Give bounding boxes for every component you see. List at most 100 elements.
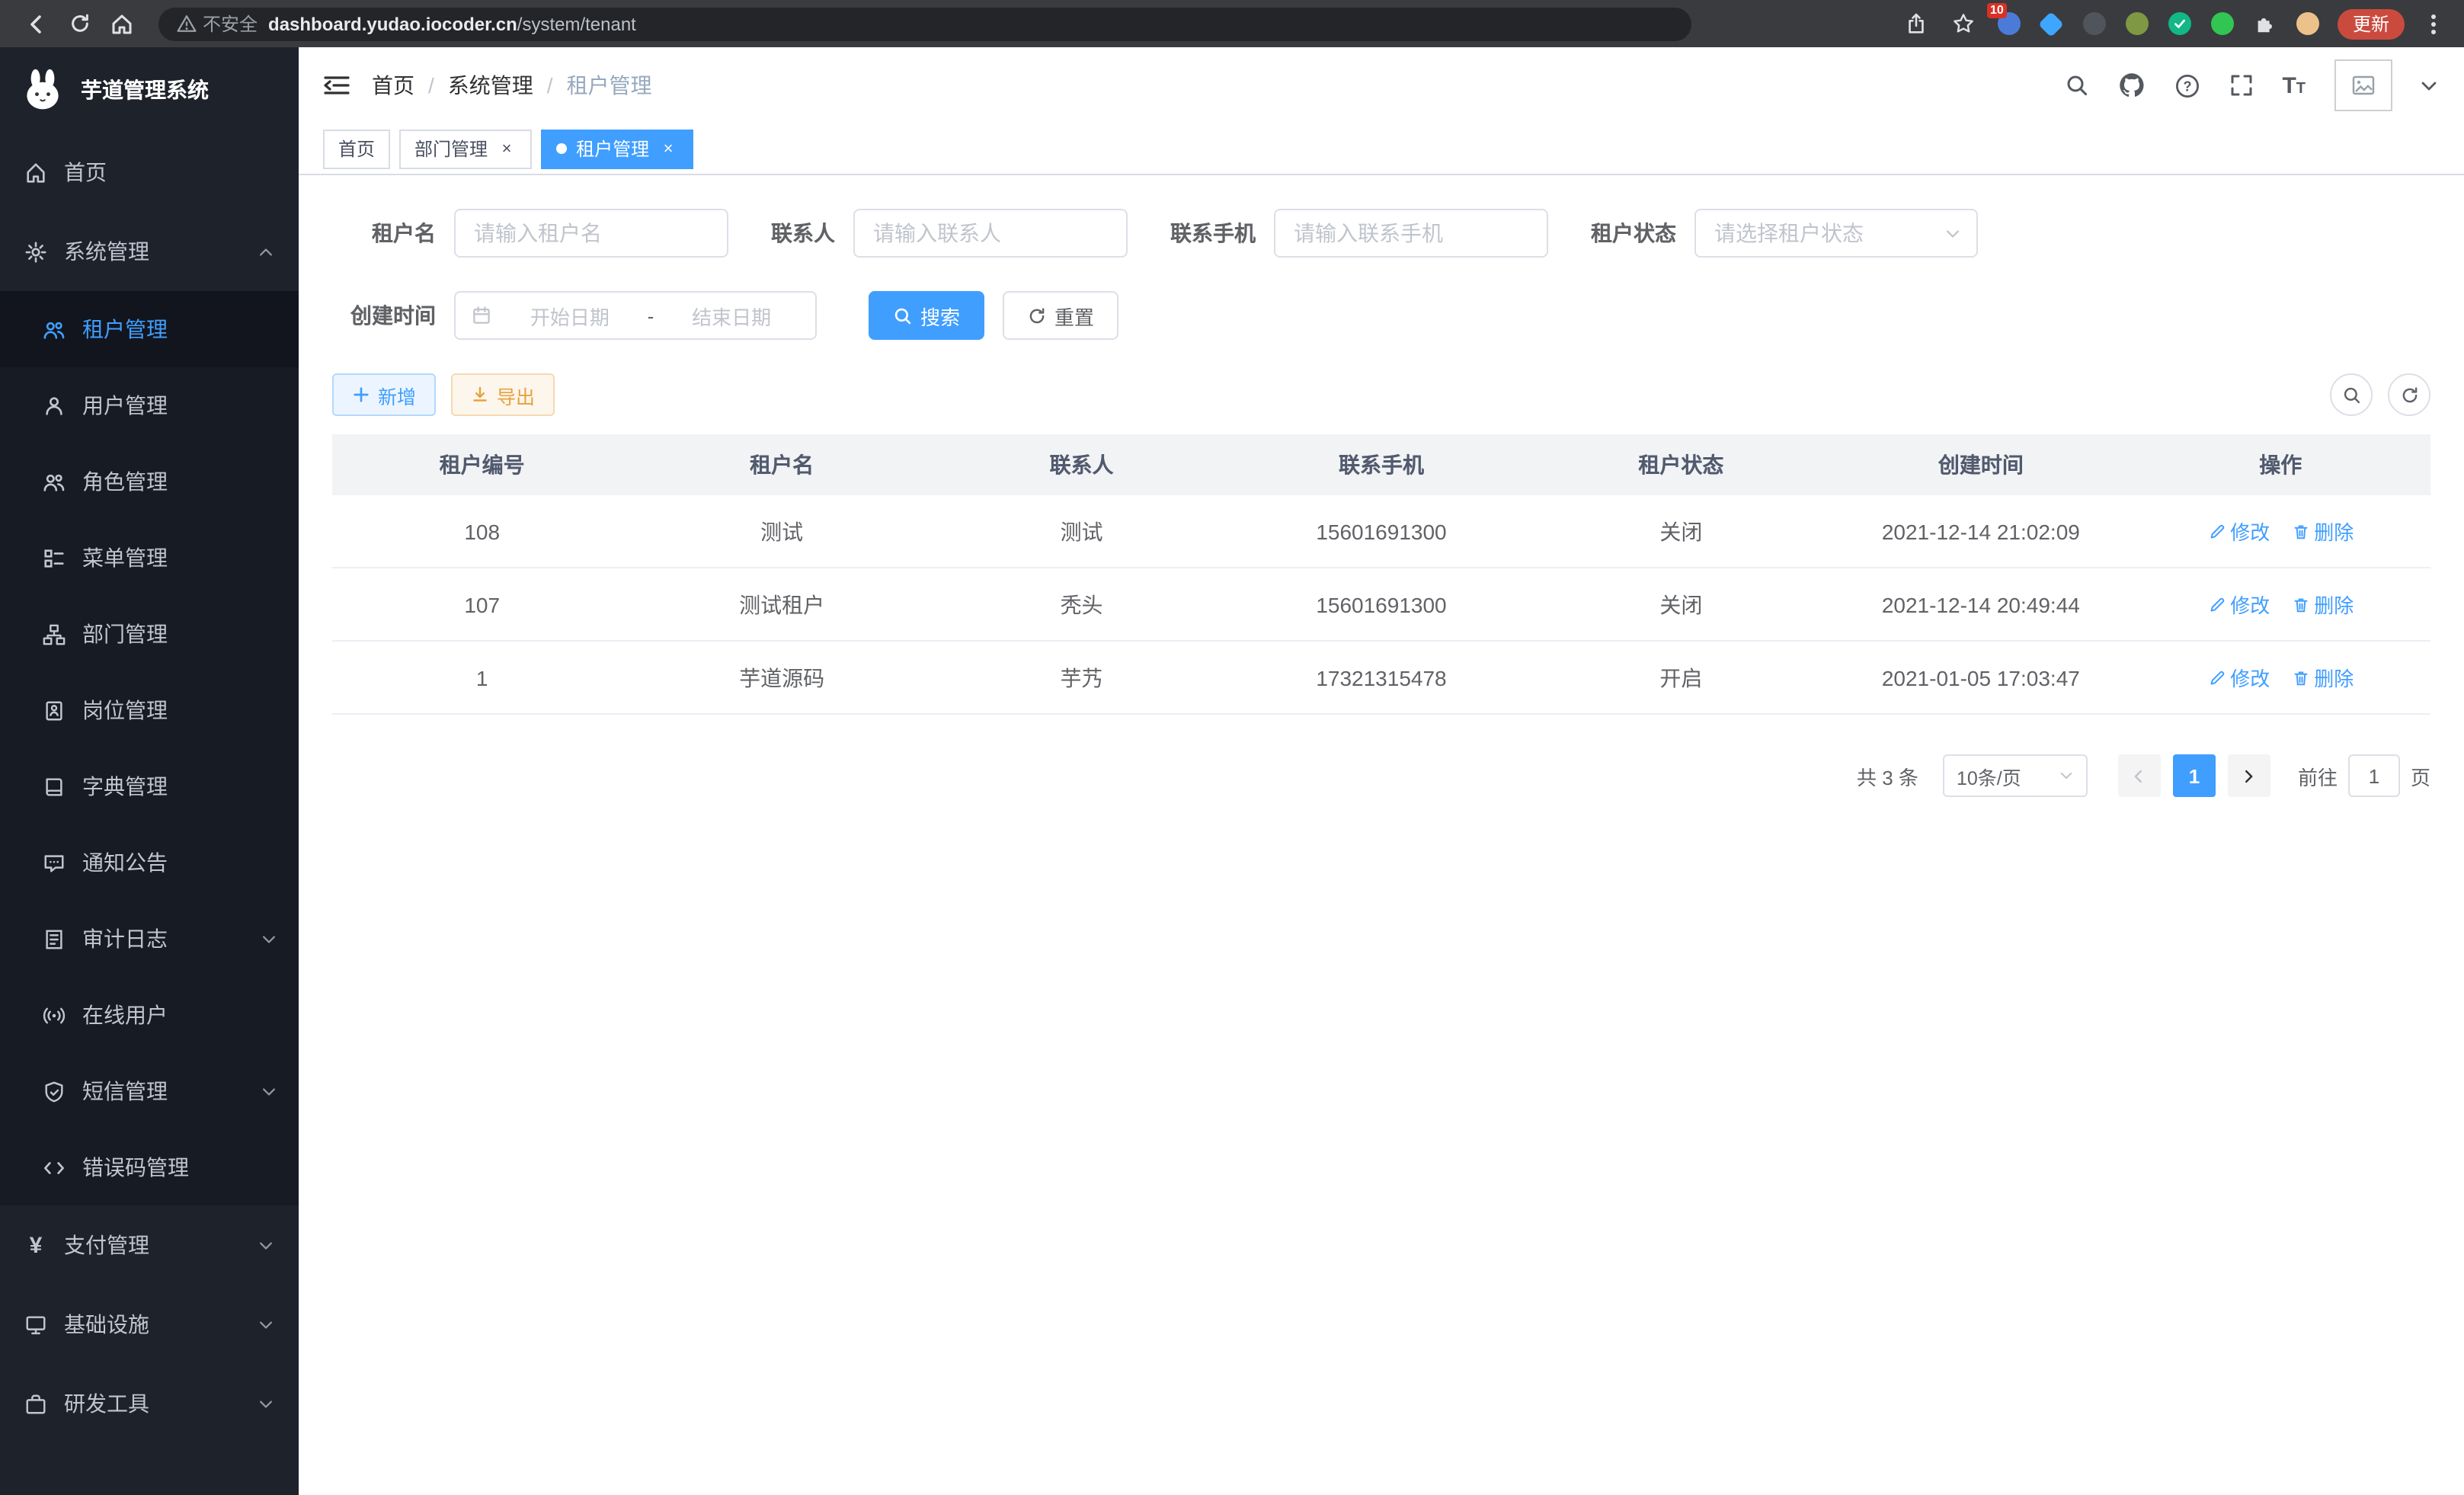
browser-update-button[interactable]: 更新 [2338,8,2405,39]
sidebar-item-infrastructure[interactable]: 基础设施 [0,1285,299,1364]
extensions-menu-button[interactable] [2252,11,2278,37]
table-row: 1 芋道源码 芋艿 17321315478 开启 2021-01-05 17:0… [332,642,2430,715]
goto-page-input[interactable] [2348,754,2400,797]
app-logo[interactable]: 芋道管理系统 [0,47,299,133]
extension-icon-3[interactable] [2082,11,2107,37]
home-icon [110,11,134,36]
date-range-picker[interactable]: 开始日期 - 结束日期 [454,291,817,340]
create-time-label: 创建时间 [332,300,436,331]
chevron-up-icon [258,243,274,260]
sidebar-item-post[interactable]: 岗位管理 [0,672,299,748]
puzzle-icon [2254,12,2277,35]
extension-icon-4[interactable] [2124,11,2150,37]
browser-reload-button[interactable] [58,2,101,45]
phone-input[interactable] [1274,209,1548,258]
collapse-sidebar-button[interactable] [323,73,350,98]
export-button[interactable]: 导出 [451,373,555,416]
help-button[interactable]: ? [2174,72,2200,98]
edit-icon [2207,595,2226,613]
extension-icon-5[interactable] [2167,11,2193,37]
browser-home-button[interactable] [101,2,143,45]
url-host: dashboard.yudao.iocoder.cn [268,13,517,34]
browser-back-button[interactable] [15,2,58,45]
browser-profile-avatar[interactable] [2295,11,2321,37]
delete-button[interactable]: 删除 [2291,590,2354,619]
tenant-name-input[interactable] [454,209,728,258]
font-size-button[interactable]: TT [2282,72,2306,98]
next-page-button[interactable] [2228,754,2270,797]
share-icon [1906,12,1928,35]
close-icon[interactable]: × [658,139,678,158]
sidebar-item-home[interactable]: 首页 [0,133,299,212]
address-bar[interactable]: 不安全 dashboard.yudao.iocoder.cn/system/te… [158,7,1691,40]
plus-icon [352,386,370,404]
fullscreen-button[interactable] [2229,73,2253,98]
close-icon[interactable]: × [497,139,517,158]
prev-page-button[interactable] [2118,754,2161,797]
github-link[interactable] [2117,72,2145,99]
search-icon [2064,73,2088,98]
browser-menu-button[interactable] [2421,2,2446,45]
refresh-table-button[interactable] [2388,373,2430,416]
sidebar-item-role[interactable]: 角色管理 [0,443,299,520]
share-button[interactable] [1902,2,1932,45]
delete-button[interactable]: 删除 [2291,663,2354,692]
extension-icon-2[interactable] [2039,11,2065,37]
sidebar-item-dict[interactable]: 字典管理 [0,748,299,824]
delete-button[interactable]: 删除 [2291,517,2354,546]
magnifier-icon [893,306,913,325]
tab-home[interactable]: 首页 [323,129,390,168]
avatar-menu-caret[interactable] [2421,80,2437,91]
sidebar-item-online-users[interactable]: 在线用户 [0,977,299,1053]
menu-list-icon [43,546,66,569]
contact-input[interactable] [853,209,1128,258]
main-area: 首页 / 系统管理 / 租户管理 ? [299,47,2464,1495]
page-number-1[interactable]: 1 [2173,754,2216,797]
security-warning[interactable]: 不安全 [177,11,258,37]
yen-icon: ¥ [24,1232,47,1258]
breadcrumb-system[interactable]: 系统管理 [448,70,533,101]
sidebar-item-notice[interactable]: 通知公告 [0,824,299,901]
pagination: 共 3 条 10条/页 1 前往 页 [332,754,2430,797]
tab-tenant[interactable]: 租户管理 × [541,129,693,168]
header-search-button[interactable] [2064,73,2088,98]
trash-icon [2291,668,2309,687]
user-icon [43,394,66,417]
sidebar-item-dept[interactable]: 部门管理 [0,596,299,672]
sidebar-item-system[interactable]: 系统管理 [0,212,299,291]
status-select[interactable]: 请选择租户状态 [1694,209,1978,258]
sidebar-item-error-code[interactable]: 错误码管理 [0,1129,299,1205]
kebab-menu-icon [2430,11,2437,36]
edit-button[interactable]: 修改 [2207,663,2270,692]
toggle-search-button[interactable] [2330,373,2373,416]
search-button[interactable]: 搜索 [869,291,984,340]
reset-button[interactable]: 重置 [1003,291,1118,340]
page-unit: 页 [2411,761,2430,790]
breadcrumb-home[interactable]: 首页 [372,70,414,101]
star-icon [1953,12,1976,35]
date-start-placeholder: 开始日期 [501,301,638,330]
add-button[interactable]: 新增 [332,373,436,416]
sidebar-item-user[interactable]: 用户管理 [0,367,299,443]
sidebar-item-dev-tools[interactable]: 研发工具 [0,1364,299,1443]
sidebar-item-payment[interactable]: ¥ 支付管理 [0,1205,299,1285]
bookmark-star-button[interactable] [1949,2,1979,45]
svg-text:?: ? [2183,78,2191,93]
avatar[interactable] [2334,59,2392,111]
edit-button[interactable]: 修改 [2207,517,2270,546]
sidebar-item-audit-log[interactable]: 审计日志 [0,901,299,977]
chevron-down-icon [258,1316,274,1333]
sidebar-item-tenant[interactable]: 租户管理 [0,291,299,367]
tenant-name-label: 租户名 [332,218,436,248]
sidebar: 芋道管理系统 首页 系统管理 租户管理 [0,47,299,1495]
goto-label: 前往 [2298,761,2338,790]
extension-icon-1[interactable]: 10 [1996,11,2022,37]
page-size-select[interactable]: 10条/页 [1943,754,2088,797]
edit-button[interactable]: 修改 [2207,590,2270,619]
sidebar-item-sms[interactable]: 短信管理 [0,1053,299,1129]
tab-dept[interactable]: 部门管理 × [399,129,532,168]
extension-icon-6[interactable] [2210,11,2235,37]
browser-chrome: 不安全 dashboard.yudao.iocoder.cn/system/te… [0,0,2464,47]
chevron-down-icon [2059,768,2074,783]
sidebar-item-menu[interactable]: 菜单管理 [0,520,299,596]
